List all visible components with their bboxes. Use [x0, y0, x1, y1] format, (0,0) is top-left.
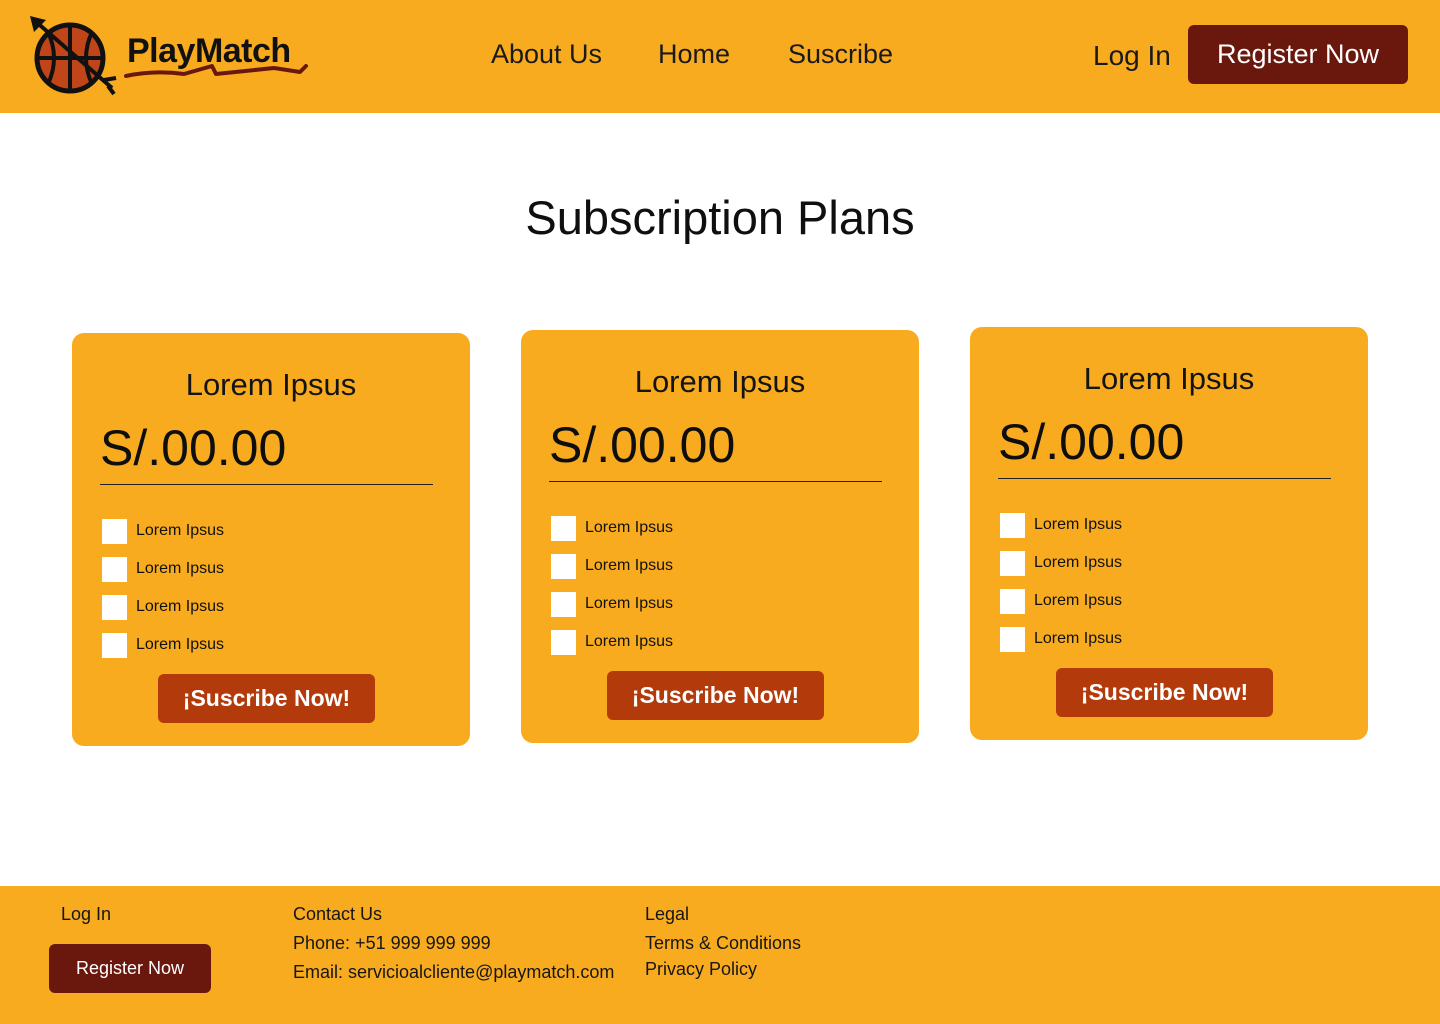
feature-list: Lorem Ipsus Lorem Ipsus Lorem Ipsus Lore… — [1000, 506, 1122, 658]
feature-checkbox[interactable] — [1000, 512, 1025, 538]
feature-label: Lorem Ipsus — [1034, 630, 1123, 647]
feature-checkbox[interactable] — [551, 591, 576, 617]
page-title: Subscription Plans — [525, 191, 915, 244]
register-button[interactable]: Register Now — [1188, 25, 1408, 84]
plan-name: Lorem Ipsus — [185, 367, 357, 402]
nav-home[interactable]: Home — [658, 39, 730, 70]
plan-card: Lorem Ipsus S/.00.00 Lorem Ipsus Lorem I… — [970, 327, 1368, 740]
feature-list: Lorem Ipsus Lorem Ipsus Lorem Ipsus Lore… — [102, 512, 224, 664]
feature-item: Lorem Ipsus — [1000, 544, 1122, 582]
login-link[interactable]: Log In — [1093, 40, 1171, 72]
feature-item: Lorem Ipsus — [1000, 506, 1122, 544]
feature-checkbox[interactable] — [551, 629, 576, 655]
footer-terms-link[interactable]: Terms & Conditions — [645, 933, 801, 954]
feature-checkbox[interactable] — [102, 594, 127, 620]
feature-label: Lorem Ipsus — [136, 598, 225, 615]
plan-price: S/.00.00 — [549, 417, 736, 473]
footer-legal-title: Legal — [645, 904, 690, 924]
feature-checkbox[interactable] — [1000, 588, 1025, 614]
feature-checkbox[interactable] — [1000, 550, 1025, 576]
footer-privacy-link[interactable]: Privacy Policy — [645, 959, 757, 980]
brand-logo[interactable]: PlayMatch — [28, 14, 318, 98]
footer-login-link[interactable]: Log In — [61, 904, 111, 925]
brand-swoosh-icon — [124, 64, 308, 78]
feature-label: Lorem Ipsus — [585, 595, 674, 612]
feature-label: Lorem Ipsus — [585, 557, 674, 574]
subscribe-button[interactable]: ¡Suscribe Now! — [158, 674, 375, 723]
feature-label: Lorem Ipsus — [136, 636, 225, 653]
feature-label: Lorem Ipsus — [1034, 516, 1123, 533]
site-footer: Log In Register Now Contact Us Phone: +5… — [0, 886, 1440, 1024]
feature-list: Lorem Ipsus Lorem Ipsus Lorem Ipsus Lore… — [551, 509, 673, 661]
feature-checkbox[interactable] — [551, 515, 576, 541]
plan-card: Lorem Ipsus S/.00.00 Lorem Ipsus Lorem I… — [72, 333, 470, 746]
site-header: PlayMatch About Us Home Suscribe Log In … — [0, 0, 1440, 113]
price-divider — [100, 484, 433, 485]
basketball-arrow-icon — [30, 16, 117, 96]
feature-label: Lorem Ipsus — [136, 560, 225, 577]
footer-phone: Phone: +51 999 999 999 — [293, 933, 491, 953]
feature-item: Lorem Ipsus — [551, 623, 673, 661]
feature-item: Lorem Ipsus — [1000, 620, 1122, 658]
subscribe-button[interactable]: ¡Suscribe Now! — [1056, 668, 1273, 717]
feature-item: Lorem Ipsus — [102, 626, 224, 664]
plan-price: S/.00.00 — [998, 414, 1185, 470]
nav-suscribe[interactable]: Suscribe — [788, 39, 893, 70]
footer-contact-title: Contact Us — [293, 904, 383, 924]
feature-label: Lorem Ipsus — [585, 519, 674, 536]
feature-item: Lorem Ipsus — [102, 550, 224, 588]
feature-checkbox[interactable] — [551, 553, 576, 579]
feature-item: Lorem Ipsus — [102, 512, 224, 550]
price-divider — [549, 481, 882, 482]
feature-checkbox[interactable] — [102, 518, 127, 544]
feature-item: Lorem Ipsus — [551, 585, 673, 623]
footer-email[interactable]: Email: servicioalcliente@playmatch.com — [293, 962, 614, 983]
feature-label: Lorem Ipsus — [585, 633, 674, 650]
feature-label: Lorem Ipsus — [1034, 554, 1123, 571]
feature-label: Lorem Ipsus — [136, 522, 225, 539]
feature-label: Lorem Ipsus — [1034, 592, 1123, 609]
feature-item: Lorem Ipsus — [551, 547, 673, 585]
feature-item: Lorem Ipsus — [1000, 582, 1122, 620]
feature-item: Lorem Ipsus — [102, 588, 224, 626]
feature-checkbox[interactable] — [1000, 626, 1025, 652]
feature-item: Lorem Ipsus — [551, 509, 673, 547]
price-divider — [998, 478, 1331, 479]
footer-register-button[interactable]: Register Now — [49, 944, 211, 993]
feature-checkbox[interactable] — [102, 632, 127, 658]
plan-name: Lorem Ipsus — [1083, 361, 1255, 396]
subscribe-button[interactable]: ¡Suscribe Now! — [607, 671, 824, 720]
nav-about-us[interactable]: About Us — [491, 39, 602, 70]
plan-price: S/.00.00 — [100, 420, 287, 476]
plan-card: Lorem Ipsus S/.00.00 Lorem Ipsus Lorem I… — [521, 330, 919, 743]
feature-checkbox[interactable] — [102, 556, 127, 582]
plan-name: Lorem Ipsus — [634, 364, 806, 399]
